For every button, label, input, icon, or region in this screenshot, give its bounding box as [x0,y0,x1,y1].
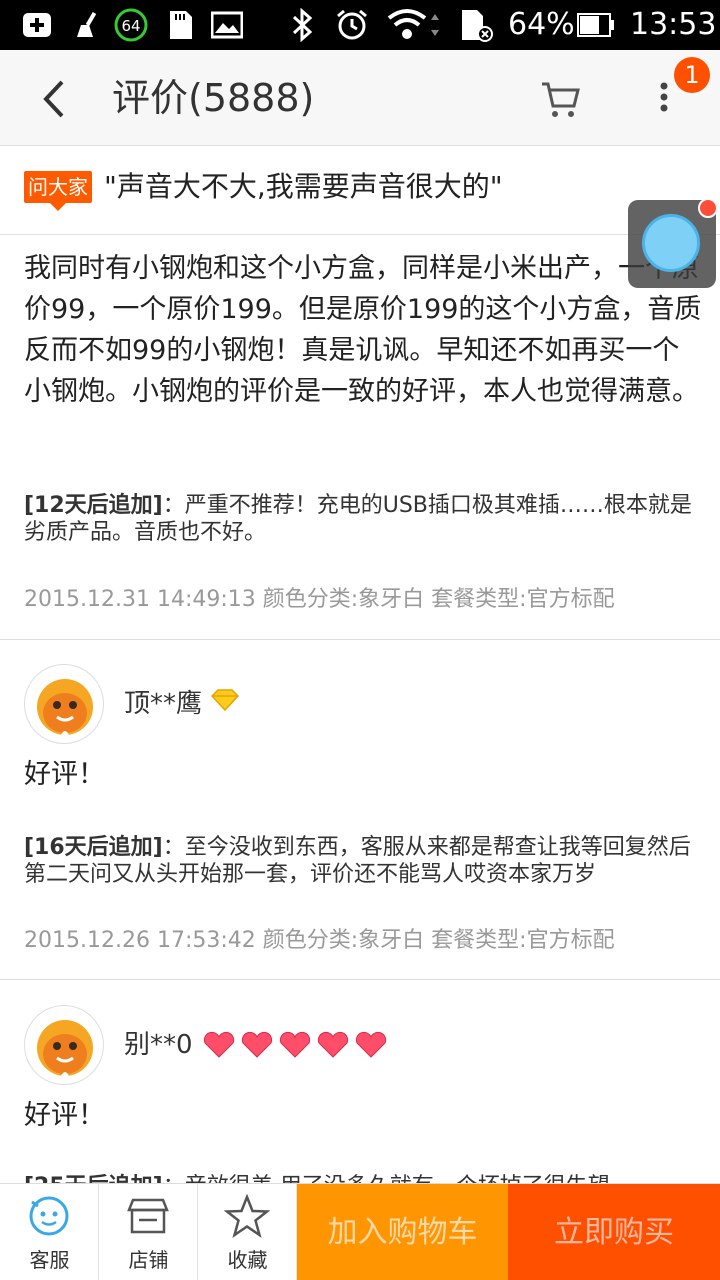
battery-icon [576,8,616,42]
store-label: 店铺 [128,1248,169,1272]
battery-percent: 64% [508,7,575,42]
clock: 13:53 [630,7,717,42]
diamond-icon [210,686,240,722]
floating-notification-dot [698,198,718,218]
review-body: 我同时有小钢炮和这个小方盒，同样是小米出产，一个原价99，一个原价199。但是原… [24,253,702,407]
review-additional: [16天后追加]：至今没收到东西，客服从来都是帮查让我等回复然后第二天问又从头开… [24,834,704,888]
data-badge-text: 64 [121,17,140,35]
sim-card-icon [458,8,494,42]
cleaner-icon [68,8,102,42]
review-item: 我同时有小钢炮和这个小方盒，同样是小米出产，一个原价99，一个原价199。但是原… [0,236,720,640]
ask-everyone-tag: 问大家 [24,171,92,211]
review-body: 好评！ [24,1100,105,1131]
review-item: 顶**鹰 好评！ [16天后追加]：至今没收到东西，客服从来都是帮查让我等回复然… [0,640,720,980]
reviewer-name-text: 顶**鹰 [124,689,203,719]
review-body: 好评！ [24,759,105,790]
bottom-action-bar: 客服 店铺 收藏 加入购物车 立即购买 [0,1183,720,1280]
favorite-button[interactable]: 收藏 [198,1184,297,1280]
cart-icon[interactable] [538,76,584,122]
reviewer-name: 顶**鹰 [124,686,240,722]
additional-label: [16天后追加] [24,835,163,860]
review-meta: 2015.12.31 14:49:13 颜色分类:象牙白 套餐类型:官方标配 [24,587,615,612]
data-usage-icon: 64 [112,8,150,42]
store-icon [125,1194,171,1240]
sd-card-icon [164,8,196,42]
star-icon [223,1193,271,1240]
floating-assistant-button[interactable] [628,198,718,288]
ask-everyone-bar[interactable]: 问大家 "声音大不大,我需要声音很大的" [0,147,720,235]
review-meta: 2015.12.26 17:53:42 颜色分类:象牙白 套餐类型:官方标配 [24,928,615,953]
page-title: 评价(5888) [112,76,315,120]
avatar[interactable] [24,1005,104,1085]
ask-question[interactable]: "声音大不大,我需要声音很大的" [104,165,503,209]
favorite-label: 收藏 [227,1248,268,1272]
back-icon[interactable] [30,74,80,124]
additional-label: [12天后追加] [24,493,163,518]
notification-badge: 1 [674,57,710,93]
alarm-icon [334,8,370,42]
customer-service-button[interactable]: 客服 [0,1184,99,1280]
customer-service-label: 客服 [29,1248,70,1272]
add-to-cart-button[interactable]: 加入购物车 [297,1184,508,1280]
review-item: 别**0 好评！ [25天后追加]：音效很美 用了没多久就有一个坏掉了很失望 [0,981,720,1191]
customer-service-icon [26,1194,72,1240]
wifi-icon [386,8,442,42]
add-notification-icon [20,8,54,42]
floating-bubble-icon [642,214,700,272]
bluetooth-icon [288,8,316,42]
reviewer-name-text: 别**0 [124,1030,193,1060]
heart-rating-icons [201,1029,391,1061]
reviewer-name: 别**0 [124,1027,391,1063]
header: 评价(5888) 1 [0,50,720,146]
avatar[interactable] [24,664,104,744]
status-bar: 64 64% 13:53 [0,0,720,50]
image-icon [210,8,244,42]
store-button[interactable]: 店铺 [99,1184,198,1280]
review-additional: [12天后追加]：严重不推荐！充电的USB插口极其难插……根本就是劣质产品。音质… [24,492,704,546]
buy-now-button[interactable]: 立即购买 [508,1184,720,1280]
